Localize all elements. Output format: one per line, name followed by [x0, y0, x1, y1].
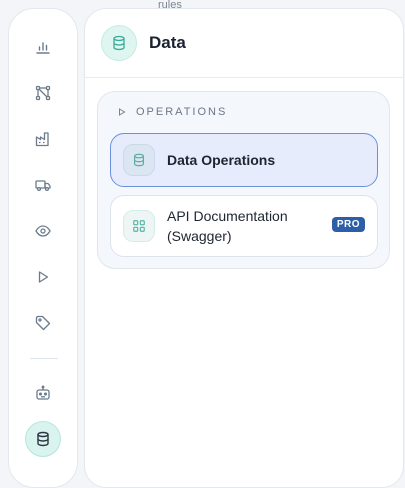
panel-header: Data: [85, 9, 403, 78]
robot-icon[interactable]: [25, 375, 61, 411]
factory-icon[interactable]: [25, 121, 61, 157]
data-panel: Data OPERATIONS Data Operations API Docu…: [84, 8, 404, 488]
panel-title: Data: [149, 33, 186, 52]
item-label: API Documentation (Swagger): [167, 208, 288, 244]
play-icon[interactable]: [25, 259, 61, 295]
section-label: OPERATIONS: [136, 106, 228, 118]
truck-icon[interactable]: [25, 167, 61, 203]
item-label: Data Operations: [167, 152, 276, 168]
pro-badge: PRO: [331, 217, 365, 232]
operations-section: OPERATIONS Data Operations API Documenta…: [97, 91, 390, 269]
icon-rail: [8, 8, 78, 488]
api-documentation-item[interactable]: API Documentation (Swagger) PRO: [110, 195, 378, 257]
bar-chart-icon[interactable]: [25, 29, 61, 65]
database-icon: [101, 25, 137, 61]
database-icon[interactable]: [25, 421, 61, 457]
caret-right-icon: [118, 108, 126, 116]
workflow-nodes-icon[interactable]: [25, 75, 61, 111]
tag-icon[interactable]: [25, 305, 61, 341]
grid-icon: [123, 210, 155, 242]
rail-divider: [30, 358, 58, 359]
data-operations-item[interactable]: Data Operations: [110, 133, 378, 187]
eye-icon[interactable]: [25, 213, 61, 249]
section-header[interactable]: OPERATIONS: [118, 106, 227, 118]
database-icon: [123, 144, 155, 176]
